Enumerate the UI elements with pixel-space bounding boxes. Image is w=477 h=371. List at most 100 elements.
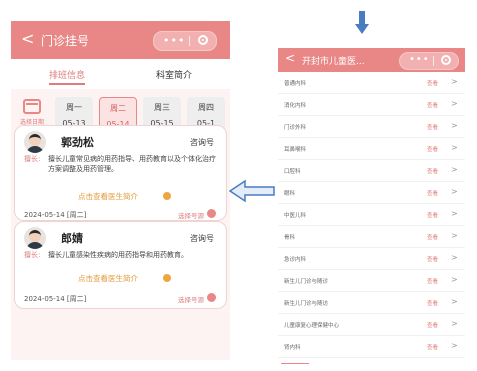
chevron-down-icon[interactable] — [163, 274, 171, 282]
back-icon[interactable]: < — [285, 51, 295, 65]
chevron-right-icon[interactable]: > — [451, 143, 458, 152]
left-phone-screen: < 门诊挂号 ••• 排班信息 科室简介 选择日期 周一 05-13 周二 05… — [11, 21, 230, 360]
avatar-body — [26, 146, 44, 153]
view-doctor-intro-link[interactable]: 点击查看医生简介 — [78, 191, 138, 202]
registration-type: 咨询号 — [190, 138, 214, 147]
department-row[interactable]: 门诊外科 查看 > — [278, 116, 465, 138]
department-name: 药学门诊 — [281, 363, 310, 364]
chevron-right-icon[interactable]: > — [451, 341, 458, 350]
select-slot-link[interactable]: 选择号源 — [178, 210, 204, 220]
department-row[interactable]: 儿童康复心理保健中心 查看 > — [278, 314, 465, 336]
avatar-head — [29, 134, 41, 146]
doctor-avatar — [24, 131, 46, 153]
view-department-link[interactable]: 查看 — [427, 255, 438, 263]
mini-program-capsule[interactable]: ••• — [399, 52, 459, 70]
schedule-date: 2024-05-14 [周二] — [24, 211, 87, 219]
tab-active-underline — [49, 83, 85, 85]
more-dots-icon[interactable]: ••• — [409, 54, 430, 65]
view-department-link[interactable]: 查看 — [427, 211, 438, 219]
department-row[interactable]: 普通内科 查看 > — [278, 72, 465, 94]
department-name: 中医儿科 — [284, 213, 307, 219]
department-row[interactable]: 新生儿门诊与随访 查看 > — [278, 292, 465, 314]
chevron-right-icon[interactable] — [207, 293, 216, 302]
doctor-card[interactable]: 郎婧 咨询号 擅长: 擅长儿童感染性疾病的用药指导和用药教育。 点击查看医生简介… — [14, 221, 227, 309]
specialty-label: 擅长: — [24, 155, 41, 163]
view-department-link[interactable]: 查看 — [427, 189, 438, 197]
department-name: 肾内科 — [284, 345, 301, 351]
tab-dept-intro[interactable]: 科室简介 — [156, 68, 192, 81]
schedule-date: 2024-05-14 [周二] — [24, 295, 87, 303]
chevron-right-icon[interactable]: > — [451, 77, 458, 86]
chevron-right-icon[interactable]: > — [451, 297, 458, 306]
nav-bar: < 门诊挂号 ••• — [11, 21, 230, 59]
view-department-link[interactable]: 查看 — [427, 343, 438, 351]
chevron-right-icon[interactable]: > — [451, 253, 458, 262]
chevron-down-icon[interactable] — [163, 192, 171, 200]
view-department-link[interactable]: 查看 — [427, 123, 438, 131]
doctor-name: 郎婧 — [61, 232, 83, 245]
view-department-link[interactable]: 查看 — [427, 299, 438, 307]
view-department-link[interactable]: 查看 — [427, 321, 438, 329]
tab-bar: 排班信息 科室简介 — [11, 59, 230, 89]
view-department-link[interactable]: 查看 — [427, 233, 438, 241]
department-name: 新生儿门诊与随访 — [284, 301, 329, 307]
chevron-right-icon[interactable]: > — [451, 165, 458, 174]
view-department-link[interactable]: 查看 — [427, 145, 438, 153]
specialty-text: 擅长儿童感染性疾病的用药指导和用药教育。 — [48, 251, 188, 259]
department-row[interactable]: 眼科 查看 > — [278, 182, 465, 204]
department-row[interactable]: 肾内科 查看 > — [278, 336, 465, 358]
view-doctor-intro-link[interactable]: 点击查看医生简介 — [78, 273, 138, 284]
day-weekday: 周四 — [198, 103, 214, 112]
chevron-right-icon[interactable]: > — [451, 231, 458, 240]
department-name: 口腔科 — [284, 169, 301, 175]
day-weekday: 周三 — [154, 103, 170, 112]
view-department-link[interactable]: 查看 — [427, 277, 438, 285]
capsule-divider — [433, 56, 434, 66]
department-row[interactable]: 中医儿科 查看 > — [278, 204, 465, 226]
chevron-right-icon[interactable]: > — [451, 275, 458, 284]
page-title: 开封市儿童医... — [302, 57, 365, 67]
department-name: 耳鼻喉科 — [284, 147, 307, 153]
more-dots-icon[interactable]: ••• — [163, 34, 185, 47]
chevron-right-icon[interactable]: > — [451, 187, 458, 196]
department-row[interactable]: 新生儿门诊与随诊 查看 > — [278, 270, 465, 292]
department-name: 骨科 — [284, 235, 296, 241]
close-circle-icon[interactable] — [441, 55, 451, 65]
mini-program-capsule[interactable]: ••• — [153, 31, 217, 51]
specialty-text: 擅长儿童常见病的用药指导、用药教育以及个体化治疗方案调整及用药管理。 — [48, 155, 216, 173]
department-name: 急诊内科 — [284, 257, 307, 263]
department-row[interactable]: 药学门诊查看> — [278, 358, 465, 364]
arrow-left-icon — [229, 179, 275, 203]
tab-schedule[interactable]: 排班信息 — [49, 68, 85, 81]
chevron-right-icon[interactable]: > — [451, 121, 458, 130]
department-row[interactable]: 骨科 查看 > — [278, 226, 465, 248]
back-icon[interactable]: < — [21, 29, 34, 48]
select-slot-link[interactable]: 选择号源 — [178, 294, 204, 304]
select-date-button[interactable]: 选择日期 — [17, 99, 47, 126]
day-weekday: 周一 — [66, 103, 82, 112]
department-name: 眼科 — [284, 191, 296, 197]
chevron-right-icon[interactable]: > — [451, 209, 458, 218]
avatar-body — [26, 242, 44, 249]
chevron-right-icon[interactable]: > — [451, 363, 458, 364]
view-department-link[interactable]: 查看 — [427, 167, 438, 175]
department-row[interactable]: 口腔科 查看 > — [278, 160, 465, 182]
department-row[interactable]: 急诊内科 查看 > — [278, 248, 465, 270]
specialty-label: 擅长: — [24, 251, 41, 259]
chevron-right-icon[interactable]: > — [451, 319, 458, 328]
capsule-divider — [189, 36, 190, 46]
doctor-card[interactable]: 郭劲松 咨询号 擅长: 擅长儿童常见病的用药指导、用药教育以及个体化治疗方案调整… — [14, 125, 227, 221]
department-name: 儿童康复心理保健中心 — [284, 323, 340, 329]
department-row[interactable]: 耳鼻喉科 查看 > — [278, 138, 465, 160]
department-name: 消化内科 — [284, 103, 307, 109]
arrow-down-icon — [355, 11, 369, 34]
view-department-link[interactable]: 查看 — [427, 101, 438, 109]
close-circle-icon[interactable] — [198, 35, 208, 45]
chevron-right-icon[interactable] — [207, 209, 216, 218]
department-row[interactable]: 消化内科 查看 > — [278, 94, 465, 116]
view-department-link[interactable]: 查看 — [427, 79, 438, 87]
chevron-right-icon[interactable]: > — [451, 99, 458, 108]
doctor-avatar — [24, 227, 46, 249]
nav-bar: < 开封市儿童医... ••• — [278, 48, 465, 72]
doctor-name: 郭劲松 — [61, 136, 94, 149]
